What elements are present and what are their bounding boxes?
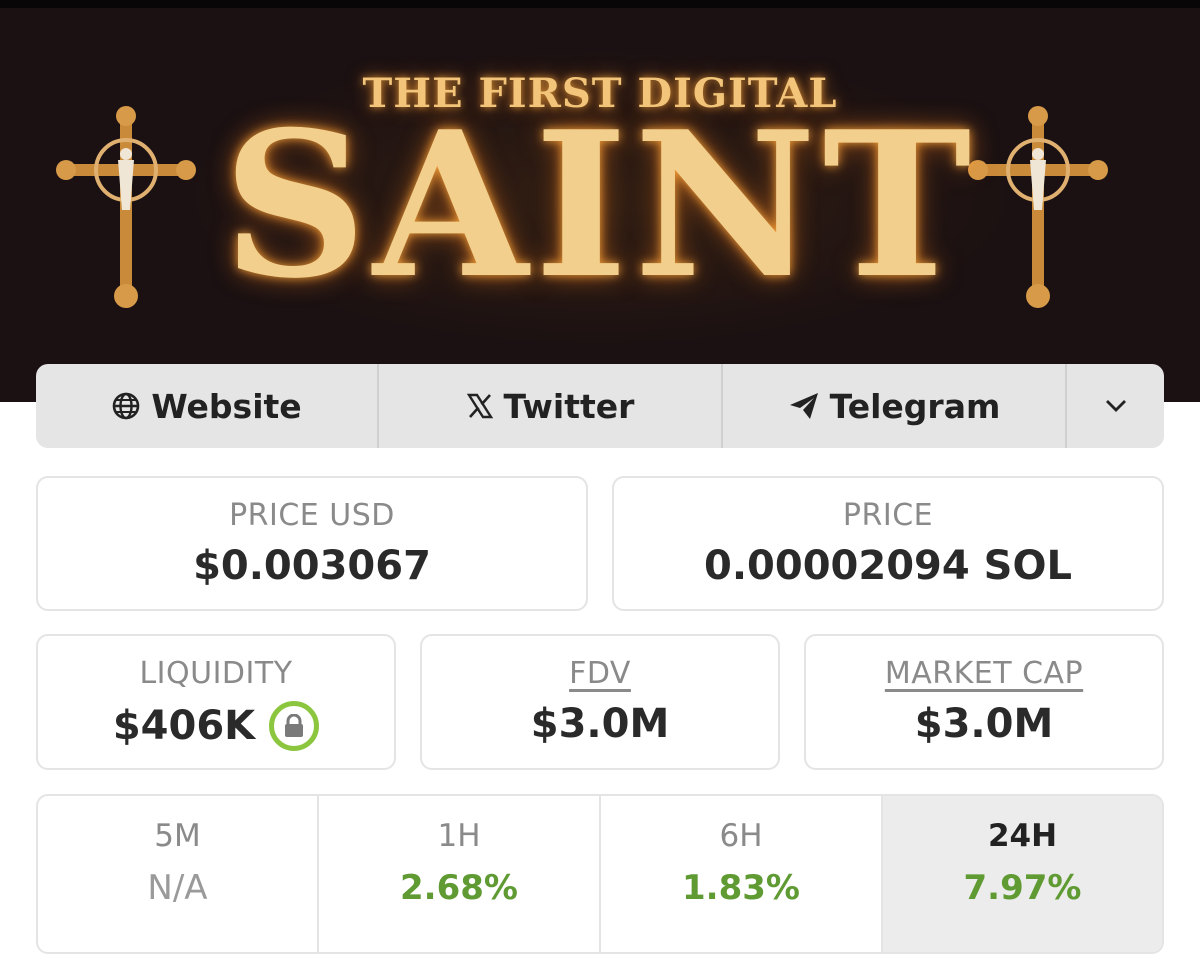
tab-6h[interactable]: 6H 1.83% [601, 796, 883, 952]
liquidity-label: LIQUIDITY [139, 656, 293, 691]
banner-title: SAINT [222, 88, 978, 323]
tab-1h-value: 2.68% [400, 868, 518, 908]
market-cap-value: $3.0M [914, 701, 1054, 747]
liquidity-value: $406K [112, 703, 256, 749]
price-usd-value: $0.003067 [193, 543, 431, 589]
x-logo-icon [466, 393, 493, 419]
telegram-button[interactable]: Telegram [723, 364, 1067, 448]
tab-24h-label: 24H [987, 818, 1058, 854]
fdv-card[interactable]: FDV $3.0M [420, 634, 780, 770]
market-cap-label[interactable]: MARKET CAP [806, 656, 1162, 691]
globe-icon [113, 392, 140, 420]
liquidity-card: LIQUIDITY $406K [36, 634, 396, 770]
website-button[interactable]: Website [36, 364, 379, 448]
lock-icon [285, 714, 304, 737]
tab-6h-value: 1.83% [682, 868, 800, 908]
telegram-icon [789, 393, 818, 419]
price-change-tabs: 5M N/A 1H 2.68% 6H 1.83% 24H 7.97% [36, 794, 1164, 954]
tab-24h[interactable]: 24H 7.97% [883, 796, 1162, 952]
tab-5m[interactable]: 5M N/A [38, 796, 319, 952]
website-label: Website [151, 386, 302, 426]
tab-1h[interactable]: 1H 2.68% [319, 796, 601, 952]
more-links-button[interactable] [1067, 364, 1164, 448]
price-usd-label: PRICE USD [229, 498, 395, 533]
chevron-down-icon [1105, 400, 1126, 412]
tab-1h-label: 1H [437, 818, 481, 854]
fdv-label[interactable]: FDV [422, 656, 778, 691]
token-banner: THE FIRST DIGITAL SAINT [0, 0, 1200, 402]
price-sol-value: 0.00002094 SOL [704, 543, 1072, 589]
twitter-label: Twitter [503, 386, 635, 426]
tab-6h-label: 6H [719, 818, 763, 854]
price-sol-label: PRICE [842, 498, 934, 533]
price-usd-card: PRICE USD $0.003067 [36, 476, 588, 611]
social-links-bar: Website Twitter Telegram [36, 364, 1164, 448]
market-cap-card[interactable]: MARKET CAP $3.0M [804, 634, 1164, 770]
fdv-value: $3.0M [530, 701, 670, 747]
price-sol-card: PRICE 0.00002094 SOL [612, 476, 1164, 611]
twitter-button[interactable]: Twitter [379, 364, 723, 448]
liquidity-lock-button[interactable] [269, 701, 320, 751]
tab-5m-value: N/A [147, 868, 208, 908]
tab-5m-label: 5M [154, 818, 201, 854]
tab-24h-value: 7.97% [963, 868, 1082, 908]
telegram-label: Telegram [829, 386, 1001, 426]
